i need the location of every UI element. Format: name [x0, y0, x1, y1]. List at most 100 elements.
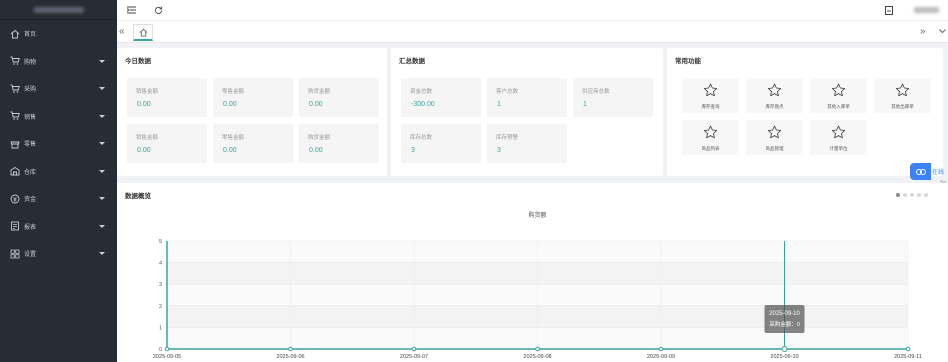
sidebar-item-7[interactable]: 报表	[0, 213, 117, 241]
star-icon	[767, 125, 782, 139]
chart-tooltip	[764, 305, 805, 333]
tabs-scroll-left-icon[interactable]: «	[119, 27, 125, 37]
data-point	[164, 346, 170, 352]
quick-function-label: 计量单位	[829, 146, 848, 151]
data-point	[535, 346, 540, 352]
sidebar-item-label: 设置	[24, 252, 37, 259]
quick-function-item[interactable]: 库存盘点	[746, 78, 803, 113]
caret-down-icon	[99, 59, 105, 63]
caret-down-icon	[99, 197, 105, 200]
warehouse-icon	[10, 166, 20, 176]
today-stat-tile: 购货金额 0.00	[299, 78, 379, 117]
grid-icon	[10, 249, 20, 259]
sidebar-item-3[interactable]: 销售	[0, 103, 117, 131]
sidebar-item-label: 资金	[24, 197, 37, 204]
home-icon	[139, 28, 147, 37]
stat-value: 0.00	[137, 147, 151, 154]
stat-value: 3	[411, 147, 415, 154]
x-tick-label: 2025-09-09	[647, 354, 675, 360]
tooltip-value: 采购金额：0	[769, 320, 800, 328]
quick-functions-card: 常用功能 库存查询 库存盘点 其他入库单 其他出库单商品列表 商品管理 计量单位	[667, 48, 943, 176]
quick-function-label: 商品列表	[701, 146, 720, 151]
summary-data-title: 汇总数据	[399, 58, 425, 65]
quick-function-item[interactable]: 商品管理	[746, 120, 803, 155]
sidebar-item-8[interactable]: 设置	[0, 240, 117, 268]
home-icon	[10, 29, 20, 39]
data-point	[658, 346, 664, 352]
today-stat-tile: 销售金额 0.00	[127, 124, 207, 163]
quick-function-item[interactable]: 库存查询	[682, 78, 739, 113]
stat-value: 0.00	[223, 147, 237, 154]
stat-label: 销售金额	[136, 89, 159, 95]
document-icon[interactable]	[883, 4, 895, 16]
purchase-line-chart: 购货额 0 1 2 3 4 5 2025-09-05 2025-09-06 2025-09-07 2…	[153, 211, 922, 360]
topbar	[117, 0, 948, 20]
sidebar-item-label: 销售	[24, 114, 37, 121]
cart-icon	[10, 56, 20, 66]
refresh-icon[interactable]	[152, 4, 164, 16]
quick-function-label: 商品管理	[765, 146, 784, 151]
sidebar-item-label: 采购	[24, 87, 37, 94]
quick-function-item[interactable]: 其他出库单	[874, 78, 931, 113]
online-service-label[interactable]: 在线	[932, 167, 944, 176]
caret-down-icon	[99, 142, 105, 145]
data-point	[781, 346, 788, 352]
quick-function-item[interactable]: 计量单位	[810, 120, 867, 155]
stat-value: 0.00	[137, 101, 151, 108]
y-tick-label: 1	[159, 325, 162, 331]
star-icon	[831, 125, 846, 139]
star-icon	[767, 83, 782, 97]
tabs-dropdown-icon[interactable]	[939, 29, 946, 36]
tabs-scroll-right-icon[interactable]: »	[920, 27, 926, 37]
sidebar-item-6[interactable]: 资金	[0, 185, 117, 213]
cart-icon	[10, 111, 20, 121]
shop-icon	[10, 139, 20, 149]
sidebar-item-0[interactable]: 首页	[0, 20, 117, 48]
sidebar: 首页购物采购销售零售 仓库资金报表设置	[0, 0, 117, 362]
star-icon	[703, 125, 718, 139]
chat-icon	[915, 168, 926, 175]
online-service-button[interactable]	[910, 163, 931, 180]
quick-function-label: 库存盘点	[765, 104, 784, 109]
tabs-bar: « »	[117, 20, 948, 43]
x-tick-label: 2025-09-06	[276, 354, 304, 360]
quick-function-label: 库存查询	[701, 104, 720, 109]
summary-stat-tile: 资金总数 -300.00	[401, 78, 481, 117]
sidebar-item-1[interactable]: 购物	[0, 48, 117, 76]
quick-function-item[interactable]: 其他入库单	[810, 78, 867, 113]
stat-value: 1	[583, 101, 587, 108]
sidebar-item-label: 首页	[24, 32, 37, 39]
caret-down-icon	[99, 87, 105, 90]
stat-label: 资金总数	[410, 89, 433, 95]
quick-function-item[interactable]: 商品列表	[682, 120, 739, 155]
y-tick-label: 0	[159, 347, 162, 353]
today-stat-tile: 购货金额 0.00	[299, 124, 379, 163]
x-tick-label: 2025-09-07	[400, 354, 428, 360]
menu-fold-icon[interactable]	[125, 4, 137, 16]
quick-functions-title: 常用功能	[675, 58, 701, 65]
sidebar-item-2[interactable]: 采购	[0, 75, 117, 103]
y-tick-label: 2	[159, 304, 162, 310]
sidebar-item-5[interactable]: 仓库	[0, 158, 117, 186]
star-icon	[831, 83, 846, 97]
money-icon	[10, 194, 20, 204]
cart-icon	[10, 84, 20, 94]
user-avatar[interactable]	[914, 7, 939, 13]
quick-function-label: 其他入库单	[827, 104, 850, 109]
tab-home[interactable]	[133, 24, 153, 41]
x-tick-label: 2025-09-11	[894, 354, 922, 360]
stat-label: 客户总数	[496, 89, 519, 95]
summary-stat-tile: 供应商总数 1	[573, 78, 653, 117]
quick-function-label: 其他出库单	[891, 104, 914, 109]
stat-value: 3	[497, 147, 501, 154]
stat-label: 库存预警	[496, 135, 519, 141]
summary-data-card: 汇总数据 资金总数 -300.00 客户总数 1 供应商总数 1 库存总数 3 库存预警 3	[391, 48, 663, 176]
stat-label: 零售金额	[222, 89, 245, 95]
stat-label: 购货金额	[308, 135, 331, 141]
tooltip-date: 2025-09-10	[769, 311, 800, 317]
sidebar-item-4[interactable]: 零售	[0, 130, 117, 158]
caret-down-icon	[99, 169, 105, 173]
sidebar-item-label: 报表	[24, 224, 37, 231]
summary-stat-tile: 库存总数 3	[401, 124, 481, 163]
stat-value: 0.00	[223, 101, 237, 108]
